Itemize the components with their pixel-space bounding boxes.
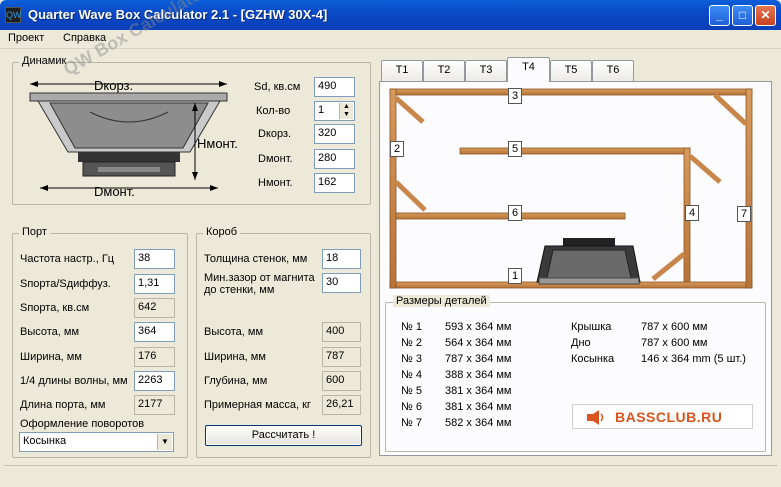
- turns-select[interactable]: Косынка ▼: [19, 432, 174, 452]
- box-group-title: Короб: [203, 226, 241, 238]
- diagram-side-label: Hмонт.: [197, 136, 238, 151]
- part-name-3: № 3: [401, 353, 422, 365]
- box-width-value: 787: [322, 347, 361, 367]
- bottom-size: 787 x 600 мм: [641, 337, 708, 349]
- magnet-gap-label: Мин.зазор от магнита до стенки, мм: [204, 272, 315, 296]
- tuning-frequency-label: Частота настр., Гц: [20, 253, 115, 265]
- diagram-label-4: 4: [685, 205, 699, 221]
- close-button[interactable]: ✕: [755, 5, 776, 26]
- tab-t1[interactable]: T1: [381, 60, 423, 81]
- box-depth-value: 600: [322, 371, 361, 391]
- sd-label: Sd, кв.см: [254, 81, 301, 93]
- app-logo-icon: QW: [5, 7, 22, 23]
- part-size-1: 593 x 364 мм: [445, 321, 512, 333]
- magnet-gap-input[interactable]: 30: [322, 273, 361, 293]
- maximize-button[interactable]: □: [732, 5, 753, 26]
- sd-input[interactable]: 490: [314, 77, 355, 97]
- turns-label: Оформление поворотов: [20, 418, 145, 430]
- port-ratio-label: Sпорта/Sдиффуз.: [20, 278, 111, 290]
- count-value: 1: [318, 104, 325, 116]
- part-name-4: № 4: [401, 369, 422, 381]
- tab-t2[interactable]: T2: [423, 60, 465, 81]
- tab-t3[interactable]: T3: [465, 60, 507, 81]
- speaker-diagram: Dкорз. Hмонт. Dмонт.: [29, 78, 238, 199]
- part-size-5: 381 x 364 мм: [445, 385, 512, 397]
- mount-diameter-input[interactable]: 280: [314, 149, 355, 169]
- port-area-value: 642: [134, 298, 175, 318]
- quarter-wave-input[interactable]: 2263: [134, 371, 175, 391]
- diagram-bottom-label: Dмонт.: [94, 184, 135, 199]
- part-size-3: 787 x 364 мм: [445, 353, 512, 365]
- bassclub-logo[interactable]: BASSCLUB.RU: [572, 404, 753, 429]
- diagram-label-1: 1: [508, 268, 522, 284]
- port-group-title: Порт: [19, 226, 50, 238]
- subwoofer-icon: [536, 238, 641, 285]
- port-width-label: Ширина, мм: [20, 351, 82, 363]
- box-height-value: 400: [322, 322, 361, 342]
- port-length-label: Длина порта, мм: [20, 399, 106, 411]
- count-label: Кол-во: [256, 105, 291, 117]
- box-layout-diagram: [389, 88, 753, 289]
- box-depth-label: Глубина, мм: [204, 375, 268, 387]
- part-name-2: № 2: [401, 337, 422, 349]
- status-bar: [4, 465, 777, 483]
- part-name-1: № 1: [401, 321, 422, 333]
- menu-project[interactable]: Проект: [8, 32, 44, 44]
- diagram-label-7: 7: [737, 206, 751, 222]
- box-mass-label: Примерная масса, кг: [204, 399, 311, 411]
- spinner-arrows-icon[interactable]: ▲ ▼: [339, 103, 353, 119]
- gusset-size: 146 x 364 mm (5 шт.): [641, 353, 746, 365]
- port-height-input[interactable]: 364: [134, 322, 175, 342]
- box-mass-value: 26,21: [322, 395, 361, 415]
- tuning-frequency-input[interactable]: 38: [134, 249, 175, 269]
- port-ratio-input[interactable]: 1,31: [134, 274, 175, 294]
- part-size-7: 582 x 364 мм: [445, 417, 512, 429]
- lid-name: Крышка: [571, 321, 612, 333]
- wall-thickness-input[interactable]: 18: [322, 249, 361, 269]
- lid-size: 787 x 600 мм: [641, 321, 708, 333]
- diagram-label-2: 2: [390, 141, 404, 157]
- box-width-label: Ширина, мм: [204, 351, 266, 363]
- tab-t5[interactable]: T5: [550, 60, 592, 81]
- basket-diameter-input[interactable]: 320: [314, 124, 355, 144]
- diagram-top-label: Dкорз.: [94, 78, 133, 93]
- chevron-down-icon[interactable]: ▼: [157, 434, 172, 450]
- mount-diameter-label: Dмонт.: [258, 153, 293, 165]
- tab-t4[interactable]: T4: [507, 57, 550, 82]
- bottom-name: Дно: [571, 337, 591, 349]
- basket-diameter-label: Dкорз.: [258, 128, 292, 140]
- minimize-button[interactable]: _: [709, 5, 730, 26]
- box-height-label: Высота, мм: [204, 326, 264, 338]
- part-size-2: 564 x 364 мм: [445, 337, 512, 349]
- mount-height-input[interactable]: 162: [314, 173, 355, 193]
- mount-height-label: Hмонт.: [258, 177, 293, 189]
- part-name-7: № 7: [401, 417, 422, 429]
- gusset-name: Косынка: [571, 353, 615, 365]
- port-length-value: 2177: [134, 395, 175, 415]
- tab-t6[interactable]: T6: [592, 60, 634, 81]
- title-bar: QW Quarter Wave Box Calculator 2.1 - [GZ…: [0, 0, 781, 30]
- logo-text: BASSCLUB.RU: [615, 409, 723, 425]
- port-height-label: Высота, мм: [20, 326, 80, 338]
- port-width-value: 176: [134, 347, 175, 367]
- turns-value: Косынка: [23, 435, 67, 447]
- diagram-label-6: 6: [508, 205, 522, 221]
- diagram-label-3: 3: [508, 88, 522, 104]
- calculate-button[interactable]: Рассчитать !: [205, 425, 362, 446]
- part-name-5: № 5: [401, 385, 422, 397]
- count-stepper[interactable]: 1 ▲ ▼: [314, 101, 355, 121]
- port-area-label: Sпорта, кв.см: [20, 302, 90, 314]
- part-size-6: 381 x 364 мм: [445, 401, 512, 413]
- part-name-6: № 6: [401, 401, 422, 413]
- speaker-icon: [587, 410, 604, 425]
- parts-group-title: Размеры деталей: [393, 295, 490, 307]
- quarter-wave-label: 1/4 длины волны, мм: [20, 375, 128, 387]
- wall-thickness-label: Толщина стенок, мм: [204, 253, 308, 265]
- part-size-4: 388 x 364 мм: [445, 369, 512, 381]
- diagram-label-5: 5: [508, 141, 522, 157]
